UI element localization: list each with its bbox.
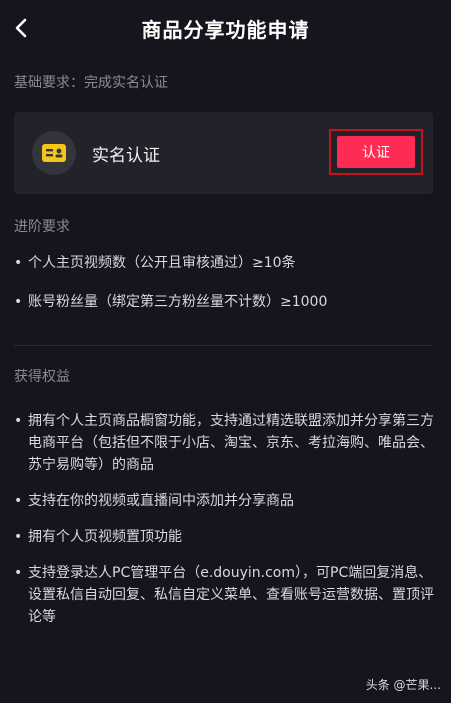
verify-button[interactable]: 认证 [337,136,415,168]
section-divider [14,345,433,346]
list-item: • 拥有个人页视频置顶功能 [14,529,182,545]
benefits-label: 获得权益 [14,369,70,385]
list-item: • 支持登录达人PC管理平台（e.douyin.com），可PC端回复消息、设置私… [14,565,434,625]
advanced-item-text: 账号粉丝量（绑定第三方粉丝量不计数）≥1000 [28,294,328,310]
id-card-icon-wrap [32,131,76,175]
list-item: • 拥有个人主页商品橱窗功能，支持通过精选联盟添加并分享第三方电商平台（包括但不限… [14,413,434,473]
benefit-item-text: 支持登录达人PC管理平台（e.douyin.com），可PC端回复消息、设置私信… [28,565,434,625]
watermark: 头条 @芒果... [365,678,441,692]
benefit-item-text: 拥有个人主页商品橱窗功能，支持通过精选联盟添加并分享第三方电商平台（包括但不限于… [28,413,434,473]
real-name-card-title: 实名认证 [92,146,160,166]
id-card-icon [42,144,66,162]
benefit-item-text: 拥有个人页视频置顶功能 [28,529,182,545]
page-title: 商品分享功能申请 [141,18,310,42]
basic-requirement-label: 基础要求：完成实名认证 [14,75,168,91]
advanced-requirement-list: • 个人主页视频数（公开且审核通过）≥10条 • 账号粉丝量（绑定第三方粉丝量不计数… [14,252,434,330]
advanced-requirement-label: 进阶要求 [14,219,70,235]
list-item: • 个人主页视频数（公开且审核通过）≥10条 [14,255,296,271]
advanced-item-text: 个人主页视频数（公开且审核通过）≥10条 [28,255,296,271]
list-item: • 账号粉丝量（绑定第三方粉丝量不计数）≥1000 [14,294,328,310]
real-name-card: 实名认证 认证 [14,112,433,194]
benefit-item-text: 支持在你的视频或直播间中添加并分享商品 [28,493,294,509]
list-item: • 支持在你的视频或直播间中添加并分享商品 [14,493,294,509]
benefits-list: • 拥有个人主页商品橱窗功能，支持通过精选联盟添加并分享第三方电商平台（包括但不限… [14,410,434,642]
header: 商品分享功能申请 [0,0,451,56]
